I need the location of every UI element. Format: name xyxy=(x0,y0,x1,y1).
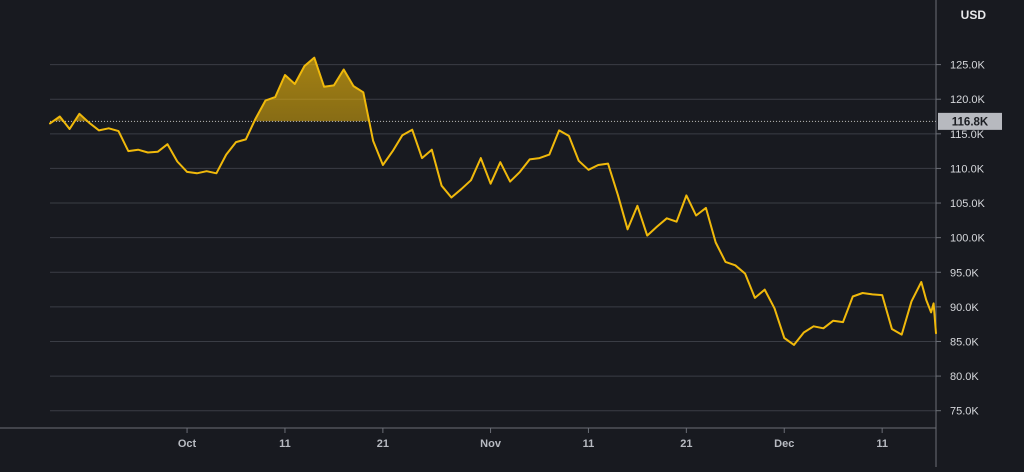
y-tick-label: 105.0K xyxy=(950,198,986,210)
x-tick-label: Dec xyxy=(774,438,794,450)
x-tick-label: Oct xyxy=(178,438,197,450)
axis-lines xyxy=(0,0,936,467)
y-tick-label: 100.0K xyxy=(950,233,986,245)
x-tick-label: 11 xyxy=(583,438,595,450)
grid-lines xyxy=(50,65,936,411)
y-tick-label: 95.0K xyxy=(950,267,979,279)
chart-svg: 75.0K 80.0K 85.0K 90.0K 95.0K 100.0K 105.0K 110… xyxy=(0,0,1024,467)
area-fill xyxy=(50,58,936,345)
y-tick-label: 125.0K xyxy=(950,60,986,72)
y-tick-label: 80.0K xyxy=(950,371,979,383)
x-tick-label: 11 xyxy=(876,438,888,450)
y-tick-label: 110.0K xyxy=(950,163,985,175)
x-tick-label: Nov xyxy=(480,438,502,450)
current-price-label-group: 116.8K xyxy=(938,113,1002,130)
reference-label: 116.8K xyxy=(952,116,989,128)
y-tick-label: 115.0K xyxy=(950,129,985,141)
price-chart: 75.0K 80.0K 85.0K 90.0K 95.0K 100.0K 105.0K 110… xyxy=(0,0,1024,467)
x-tick-label: 21 xyxy=(377,438,389,450)
price-series xyxy=(50,58,936,345)
x-tick-label: 21 xyxy=(680,438,692,450)
area-above-reference xyxy=(50,58,936,345)
y-tick-label: 75.0K xyxy=(950,406,979,418)
x-tick-label: 11 xyxy=(279,438,291,450)
y-tick-label: 85.0K xyxy=(950,336,979,348)
price-line xyxy=(50,58,936,345)
y-tick-label: 120.0K xyxy=(950,94,986,106)
y-tick-label: 90.0K xyxy=(950,302,979,314)
currency-label: USD xyxy=(961,8,987,22)
x-axis-ticks: Oct 11 21 Nov 11 21 Dec 11 xyxy=(178,428,888,450)
